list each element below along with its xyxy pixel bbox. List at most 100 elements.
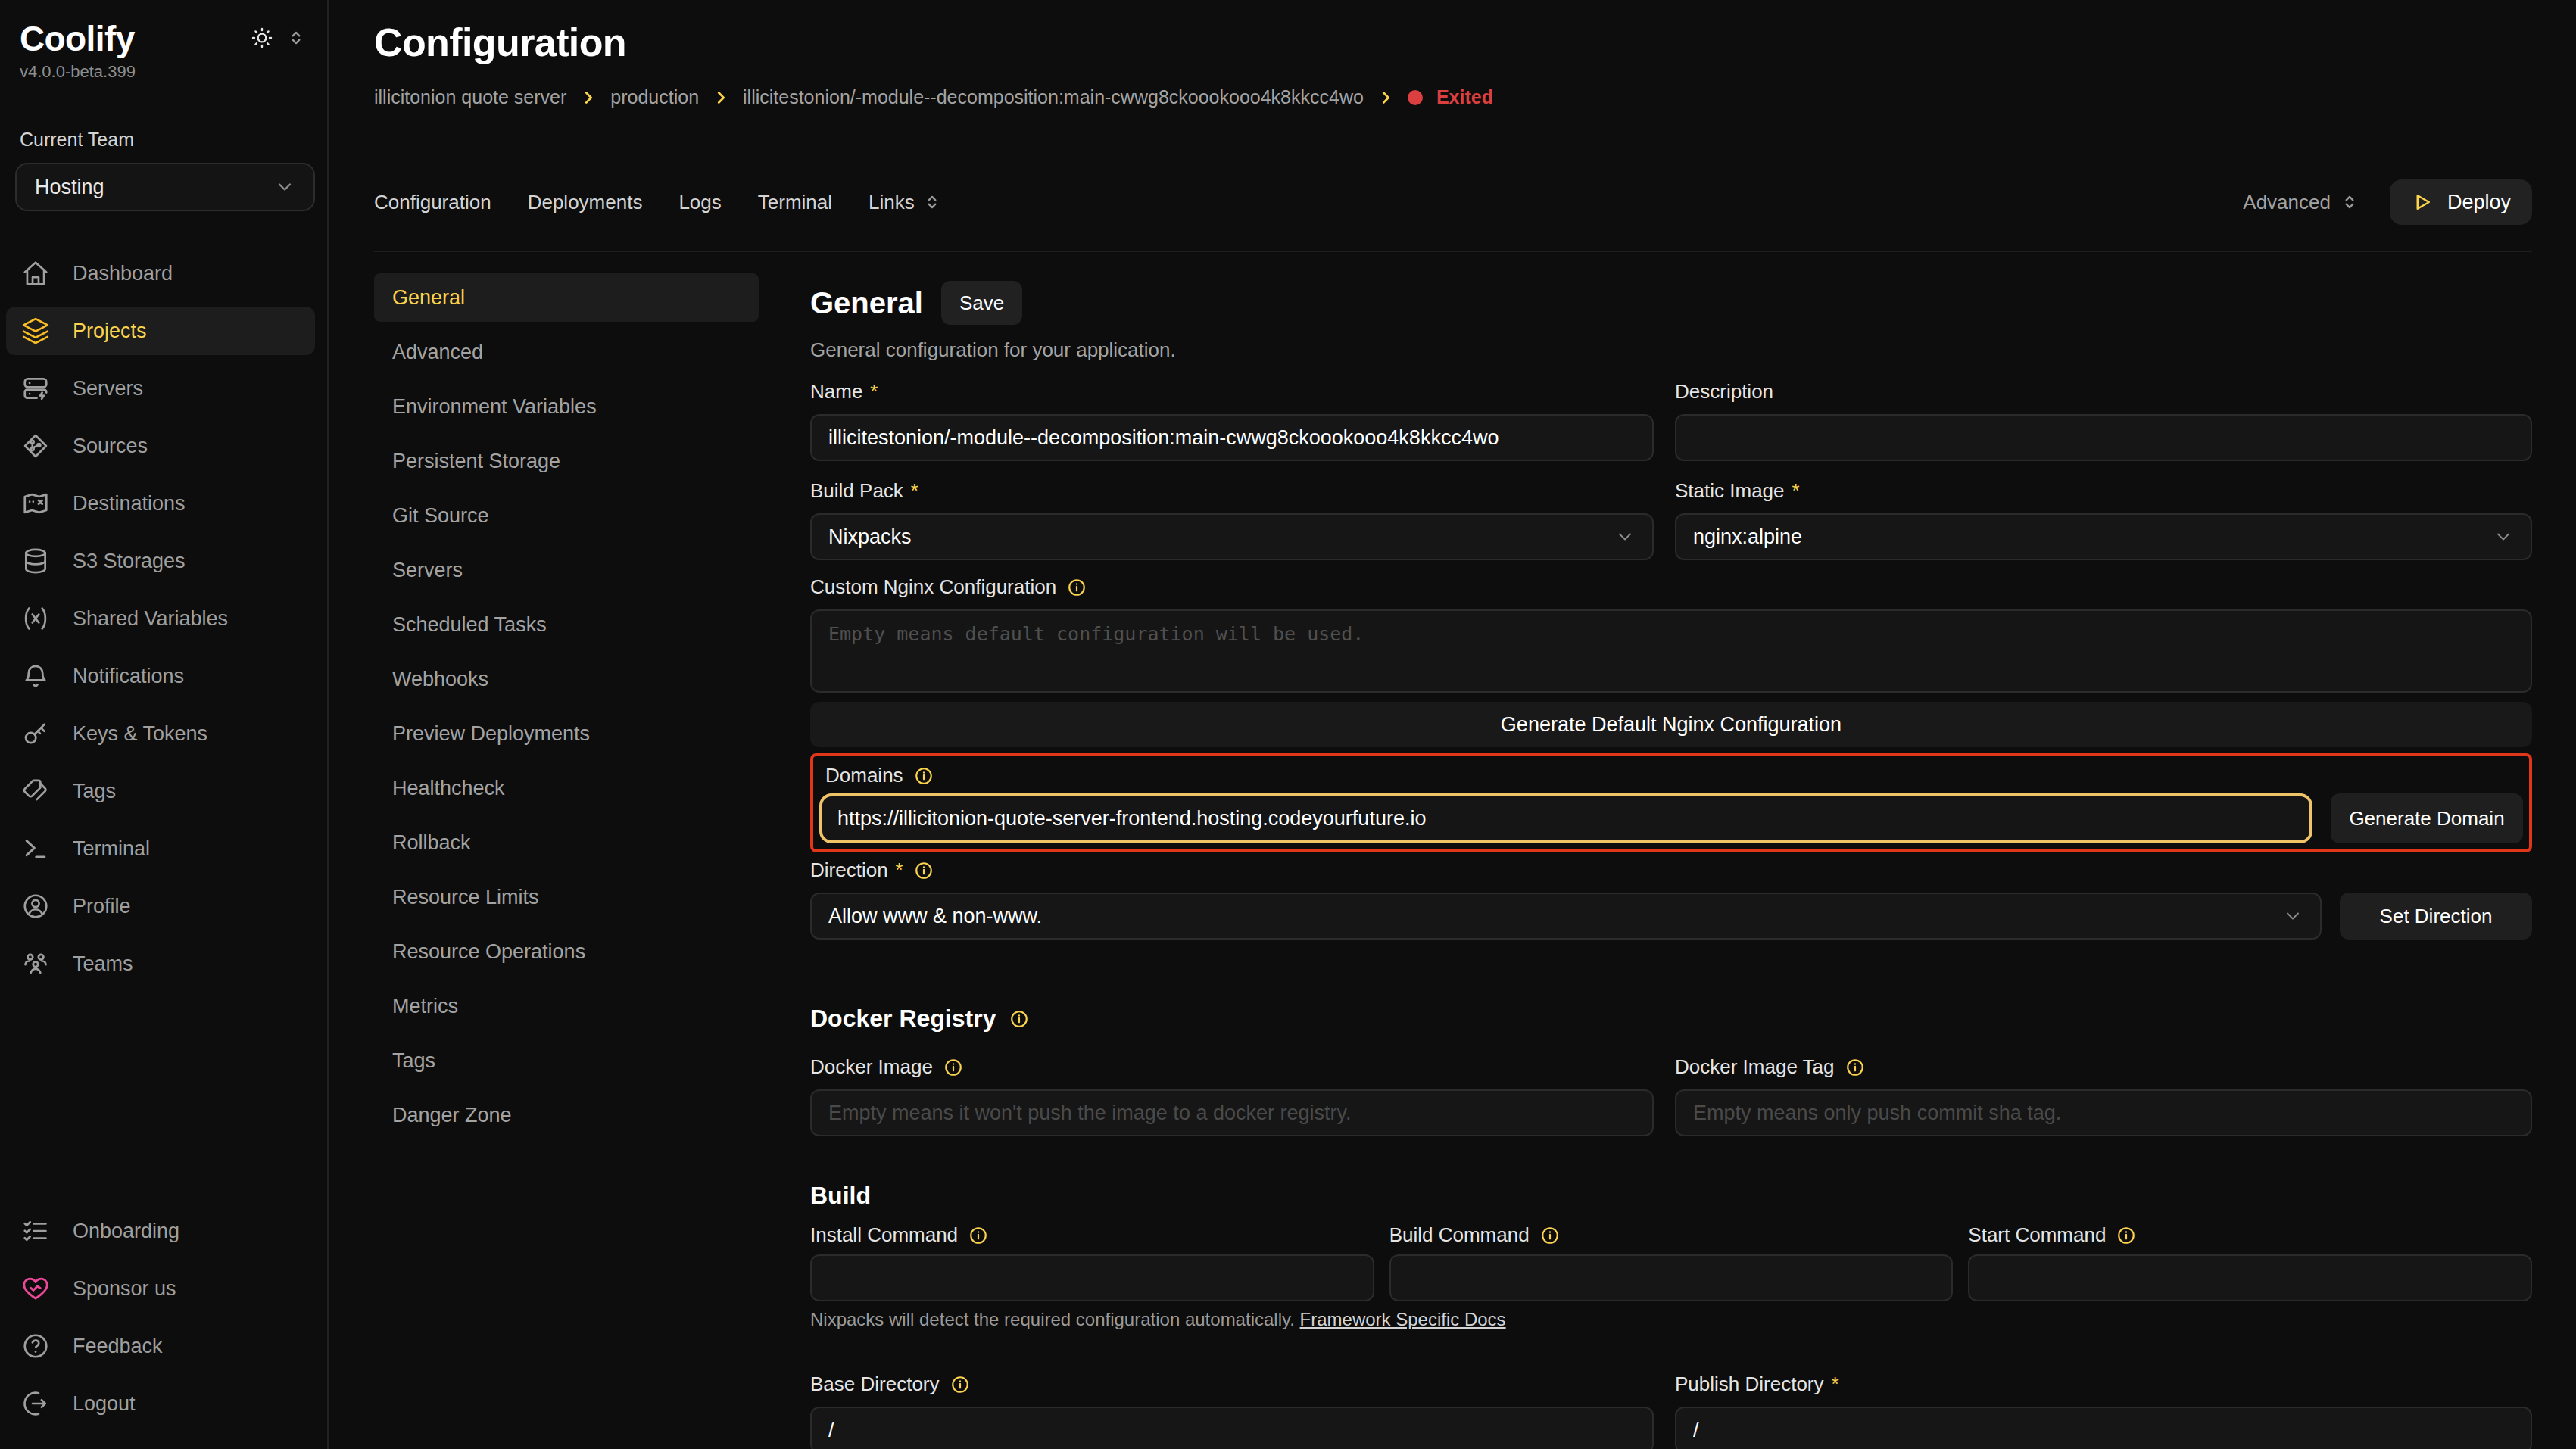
tab-links[interactable]: Links: [869, 191, 942, 214]
sidebar-item-keys-tokens[interactable]: Keys & Tokens: [6, 709, 315, 758]
start-command-input[interactable]: [1968, 1254, 2532, 1301]
custom-nginx-textarea[interactable]: [810, 609, 2532, 693]
key-icon: [21, 719, 50, 748]
sidebar-collapse-icon[interactable]: [286, 28, 306, 48]
server-icon: [21, 374, 50, 403]
config-nav-webhooks[interactable]: Webhooks: [374, 655, 759, 703]
play-icon: [2411, 191, 2434, 213]
chevron-up-down-icon: [922, 192, 942, 212]
sidebar-item-projects[interactable]: Projects: [6, 307, 315, 355]
generate-nginx-button[interactable]: Generate Default Nginx Configuration: [810, 702, 2532, 747]
base-directory-label: Base Directory: [810, 1373, 1654, 1396]
tab-terminal[interactable]: Terminal: [758, 191, 832, 214]
sidebar-item-label: Tags: [73, 780, 116, 803]
config-nav-resource-operations[interactable]: Resource Operations: [374, 927, 759, 976]
breadcrumb-item[interactable]: production: [610, 86, 699, 108]
chevron-down-icon: [2493, 526, 2514, 547]
sidebar-item-terminal[interactable]: Terminal: [6, 824, 315, 873]
section-heading: General: [810, 286, 923, 320]
config-nav-tags[interactable]: Tags: [374, 1036, 759, 1085]
sidebar-item-servers[interactable]: Servers: [6, 364, 315, 413]
theme-toggle-icon[interactable]: [250, 26, 274, 50]
sidebar-item-feedback[interactable]: Feedback: [6, 1322, 315, 1370]
breadcrumb-item[interactable]: illicitonion quote server: [374, 86, 566, 108]
publish-directory-input[interactable]: [1675, 1407, 2532, 1449]
general-form: General Save General configuration for y…: [810, 281, 2532, 1449]
config-nav-general[interactable]: General: [374, 273, 759, 322]
config-nav-preview-deployments[interactable]: Preview Deployments: [374, 709, 759, 758]
config-nav-rollback[interactable]: Rollback: [374, 818, 759, 867]
config-nav-persistent-storage[interactable]: Persistent Storage: [374, 437, 759, 485]
sidebar-item-shared-variables[interactable]: Shared Variables: [6, 594, 315, 643]
config-nav-servers[interactable]: Servers: [374, 546, 759, 594]
config-nav-git-source[interactable]: Git Source: [374, 491, 759, 540]
sidebar-item-destinations[interactable]: Destinations: [6, 479, 315, 528]
heart-icon: [21, 1274, 50, 1303]
static-image-select[interactable]: nginx:alpine: [1675, 513, 2532, 560]
sidebar-item-label: S3 Storages: [73, 550, 186, 573]
help-icon: [21, 1332, 50, 1360]
advanced-label: Advanced: [2243, 191, 2331, 214]
info-icon: [943, 1058, 963, 1077]
docker-image-tag-input[interactable]: [1675, 1089, 2532, 1136]
sidebar-item-label: Onboarding: [73, 1220, 179, 1243]
docker-image-input[interactable]: [810, 1089, 1654, 1136]
publish-directory-label: Publish Directory*: [1675, 1373, 2532, 1396]
sidebar-item-sponsor-us[interactable]: Sponsor us: [6, 1264, 315, 1313]
sidebar-item-notifications[interactable]: Notifications: [6, 652, 315, 700]
framework-docs-link[interactable]: Framework Specific Docs: [1300, 1309, 1506, 1329]
team-select[interactable]: Hosting: [15, 163, 315, 211]
build-pack-value: Nixpacks: [828, 525, 912, 549]
info-icon: [950, 1375, 970, 1394]
required-asterisk: *: [1832, 1373, 1839, 1396]
tab-configuration[interactable]: Configuration: [374, 191, 491, 214]
tab-deployments[interactable]: Deployments: [528, 191, 643, 214]
config-nav-advanced[interactable]: Advanced: [374, 328, 759, 376]
sidebar-item-profile[interactable]: Profile: [6, 882, 315, 930]
sidebar-item-sources[interactable]: Sources: [6, 422, 315, 470]
status-badge: Exited: [1436, 86, 1493, 108]
config-nav-metrics[interactable]: Metrics: [374, 982, 759, 1030]
config-nav-resource-limits[interactable]: Resource Limits: [374, 873, 759, 921]
page-title: Configuration: [374, 20, 2532, 65]
description-input[interactable]: [1675, 414, 2532, 461]
build-pack-label: Build Pack*: [810, 479, 1654, 503]
sidebar-item-logout[interactable]: Logout: [6, 1379, 315, 1428]
sidebar-item-tags[interactable]: Tags: [6, 767, 315, 815]
deploy-button[interactable]: Deploy: [2390, 179, 2532, 225]
domains-highlight-box: Domains Generate Domain: [810, 753, 2532, 852]
chevron-down-icon: [2282, 905, 2303, 927]
info-icon: [1009, 1009, 1029, 1029]
build-command-input[interactable]: [1389, 1254, 1954, 1301]
generate-domain-button[interactable]: Generate Domain: [2331, 793, 2523, 843]
main-area: Configuration illicitonion quote server p…: [329, 0, 2576, 1449]
sidebar-item-onboarding[interactable]: Onboarding: [6, 1207, 315, 1255]
config-nav-environment-variables[interactable]: Environment Variables: [374, 382, 759, 431]
config-nav-healthcheck[interactable]: Healthcheck: [374, 764, 759, 812]
breadcrumb-item[interactable]: illicitestonion/-module--decomposition:m…: [743, 86, 1364, 108]
config-nav-scheduled-tasks[interactable]: Scheduled Tasks: [374, 600, 759, 649]
sidebar-item-teams[interactable]: Teams: [6, 940, 315, 988]
name-input[interactable]: [810, 414, 1654, 461]
breadcrumb-chevron-icon: [1377, 89, 1394, 106]
sidebar-item-s3-storages[interactable]: S3 Storages: [6, 537, 315, 585]
build-pack-select[interactable]: Nixpacks: [810, 513, 1654, 560]
sidebar-item-dashboard[interactable]: Dashboard: [6, 249, 315, 298]
sidebar-item-label: Shared Variables: [73, 607, 228, 631]
build-command-label: Build Command: [1389, 1223, 1954, 1247]
build-heading: Build: [810, 1182, 2532, 1210]
domains-input[interactable]: [819, 793, 2312, 843]
direction-select[interactable]: Allow www & non-www.: [810, 893, 2322, 940]
docker-registry-heading: Docker Registry: [810, 1005, 2532, 1033]
status-dot: [1408, 90, 1423, 105]
chevron-down-icon: [274, 176, 295, 198]
base-directory-input[interactable]: [810, 1407, 1654, 1449]
advanced-toggle[interactable]: Advanced: [2243, 191, 2359, 214]
set-direction-button[interactable]: Set Direction: [2340, 893, 2532, 940]
install-command-input[interactable]: [810, 1254, 1374, 1301]
config-nav-danger-zone[interactable]: Danger Zone: [374, 1091, 759, 1139]
tab-logs[interactable]: Logs: [678, 191, 721, 214]
chevron-down-icon: [1614, 526, 1636, 547]
save-button[interactable]: Save: [941, 281, 1022, 325]
users-icon: [21, 949, 50, 978]
